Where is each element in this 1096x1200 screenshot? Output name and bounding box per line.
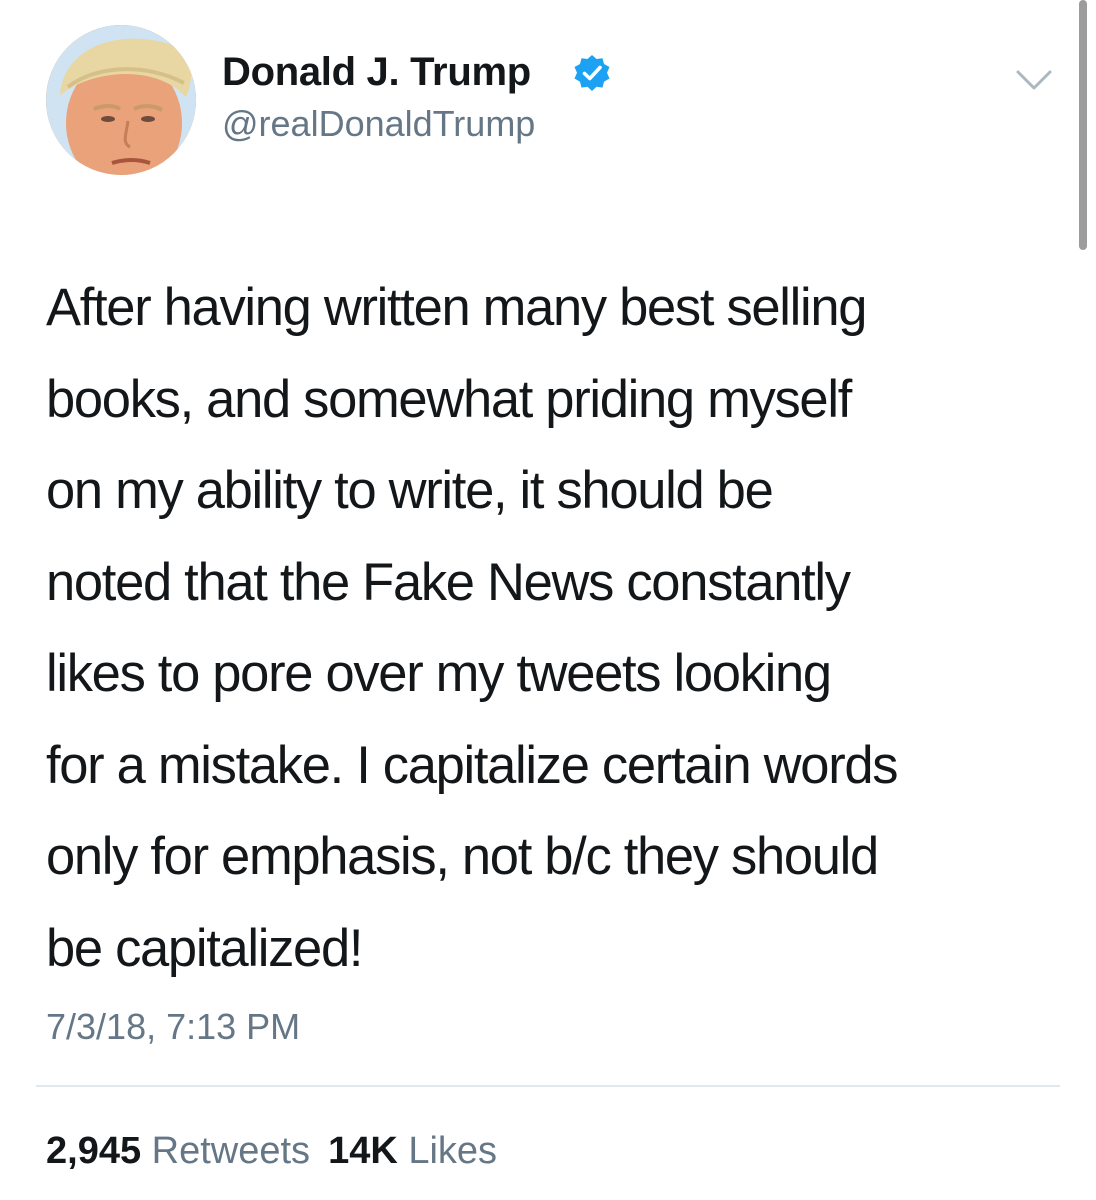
tweet-timestamp[interactable]: 7/3/18, 7:13 PM bbox=[46, 1005, 300, 1049]
tweet-text-line: books, and somewhat priding myself bbox=[46, 369, 852, 429]
tweet-text-line: be capitalized! bbox=[46, 918, 363, 978]
profile-photo bbox=[46, 25, 196, 175]
retweets-label: Retweets bbox=[151, 1130, 311, 1172]
divider bbox=[36, 1085, 1060, 1087]
likes-label: Likes bbox=[408, 1130, 498, 1172]
likes-count: 14K bbox=[328, 1130, 398, 1172]
user-handle[interactable]: @realDonaldTrump bbox=[222, 102, 535, 146]
tweet-stats: 2,945 Retweets 14K Likes bbox=[46, 1128, 497, 1174]
retweets-stat[interactable]: 2,945 Retweets bbox=[46, 1130, 310, 1172]
tweet-text-line: on my ability to write, it should be bbox=[46, 461, 774, 520]
likes-stat[interactable]: 14K Likes bbox=[328, 1130, 497, 1172]
retweets-count: 2,945 bbox=[46, 1130, 142, 1172]
tweet-text: After having written many best selling b… bbox=[46, 262, 1056, 994]
tweet-text-line: for a mistake. I capitalize certain word… bbox=[46, 735, 899, 795]
scrollbar[interactable] bbox=[1079, 0, 1087, 250]
avatar[interactable] bbox=[46, 25, 196, 175]
chevron-down-icon[interactable] bbox=[1014, 66, 1054, 94]
tweet-text-line: only for emphasis, not b/c they should bbox=[46, 827, 879, 886]
tweet-text-line: noted that the Fake News constantly bbox=[46, 552, 851, 612]
display-name[interactable]: Donald J. Trump bbox=[222, 48, 531, 96]
tweet-text-line: After having written many best selling bbox=[46, 278, 867, 337]
tweet-text-line: likes to pore over my tweets looking bbox=[46, 644, 832, 703]
verified-badge-icon bbox=[574, 55, 610, 91]
